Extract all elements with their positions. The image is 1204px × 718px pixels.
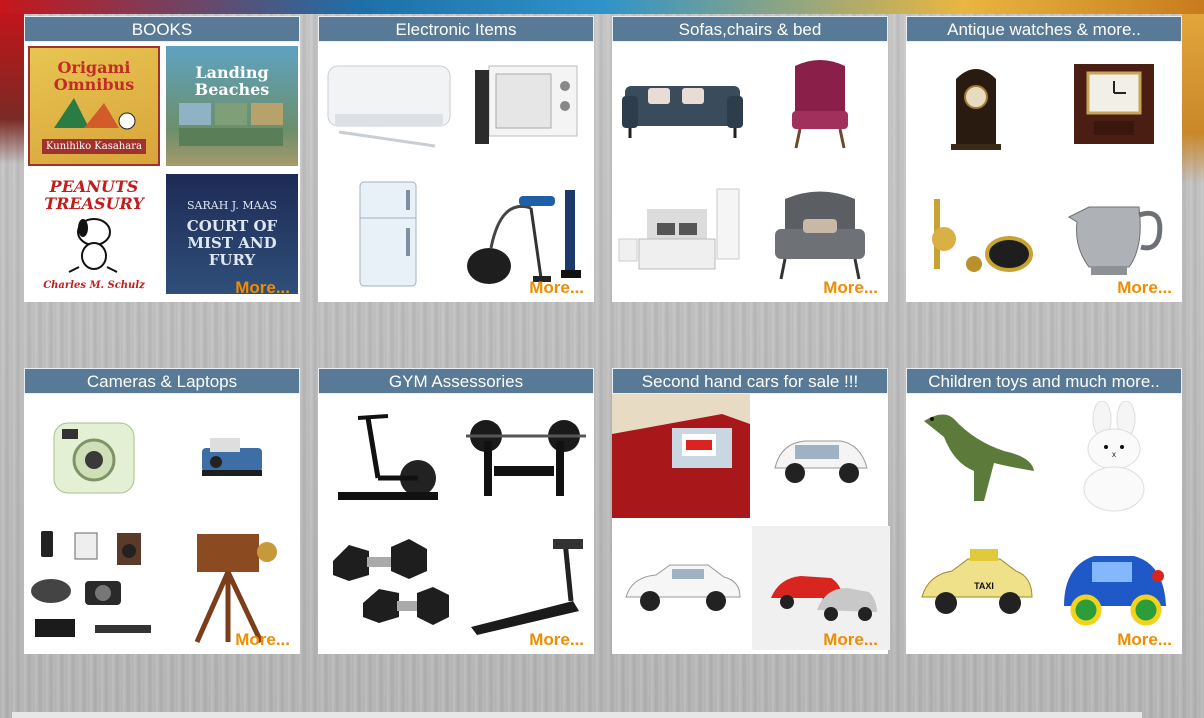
svg-text:x: x xyxy=(1112,450,1116,459)
air-conditioner-icon[interactable] xyxy=(320,46,456,166)
book-origami-omnibus-icon[interactable]: Origami Omnibus Kunihiko Kasahara xyxy=(26,46,162,166)
book-court-of-mist-and-fury-icon[interactable]: SARAH J. MAAS COURT OF MIST AND FURY xyxy=(164,174,300,294)
toy-taxi-icon[interactable]: TAXI xyxy=(908,526,1044,646)
brass-instruments-icon[interactable] xyxy=(908,174,1044,294)
more-link[interactable]: More... xyxy=(529,630,584,650)
toy-car-icon[interactable] xyxy=(1046,526,1182,646)
polaroid-camera-icon[interactable] xyxy=(164,398,300,518)
more-link[interactable]: More... xyxy=(1117,630,1172,650)
silver-pitcher-icon[interactable] xyxy=(1046,174,1182,294)
card-header[interactable]: Second hand cars for sale !!! xyxy=(612,368,888,394)
card-header[interactable]: BOOKS xyxy=(24,16,300,42)
gadgets-collection-icon[interactable] xyxy=(26,526,162,646)
more-link[interactable]: More... xyxy=(235,630,290,650)
wooden-clock-icon[interactable] xyxy=(1046,46,1182,166)
card-header[interactable]: Antique watches & more.. xyxy=(906,16,1182,42)
category-card-furniture: Sofas,chairs & bed More... xyxy=(612,16,888,302)
category-card-electronics: Electronic Items More... xyxy=(318,16,594,302)
category-card-books: BOOKS Origami Omnibus Kunihiko Kasahara … xyxy=(24,16,300,302)
book-landing-beaches-icon[interactable]: Landing Beaches xyxy=(164,46,300,166)
red-car-sale-sign-icon[interactable] xyxy=(612,394,750,518)
vintage-tripod-camera-icon[interactable] xyxy=(164,526,300,646)
more-link[interactable]: More... xyxy=(823,278,878,298)
category-card-antiques: Antique watches & more.. More... xyxy=(906,16,1182,302)
book-author: SARAH J. MAAS xyxy=(186,199,278,212)
more-link[interactable]: More... xyxy=(529,278,584,298)
more-link[interactable]: More... xyxy=(823,630,878,650)
white-hatchback-icon[interactable] xyxy=(752,398,888,518)
more-link[interactable]: More... xyxy=(1117,278,1172,298)
book-author: Charles M. Schulz xyxy=(43,279,145,291)
white-sedan-icon[interactable] xyxy=(614,526,750,646)
category-card-gym: GYM Assessories More... xyxy=(318,368,594,654)
category-card-cameras: Cameras & Laptops More... xyxy=(24,368,300,654)
armchair-icon[interactable] xyxy=(752,174,888,294)
sofa-icon[interactable] xyxy=(614,46,750,166)
vacuum-cleaners-icon[interactable] xyxy=(458,174,594,294)
microwave-oven-icon[interactable] xyxy=(458,46,594,166)
card-header[interactable]: Cameras & Laptops xyxy=(24,368,300,394)
refrigerator-icon[interactable] xyxy=(320,174,456,294)
book-peanuts-treasury-icon[interactable]: PEANUTS TREASURY Charles M. Schulz xyxy=(26,174,162,294)
card-header[interactable]: Electronic Items xyxy=(318,16,594,42)
instant-camera-icon[interactable] xyxy=(26,398,162,518)
antique-mantel-clock-icon[interactable] xyxy=(908,46,1044,166)
book-title: PEANUTS TREASURY xyxy=(44,176,144,213)
toy-dinosaur-icon[interactable] xyxy=(908,398,1044,518)
bed-icon[interactable] xyxy=(614,174,750,294)
plush-bunny-icon[interactable]: x xyxy=(1046,398,1182,518)
book-title: Landing Beaches xyxy=(194,63,270,99)
card-header[interactable]: GYM Assessories xyxy=(318,368,594,394)
taxi-label: TAXI xyxy=(974,581,994,591)
bottom-strip xyxy=(12,712,1142,718)
dumbbells-icon[interactable] xyxy=(320,526,456,646)
more-link[interactable]: More... xyxy=(235,278,290,298)
card-header[interactable]: Children toys and much more.. xyxy=(906,368,1182,394)
card-header[interactable]: Sofas,chairs & bed xyxy=(612,16,888,42)
book-title: COURT OF MIST AND FURY xyxy=(186,217,278,269)
right-decor xyxy=(1182,14,1204,184)
category-card-cars: Second hand cars for sale !!! More... xyxy=(612,368,890,654)
category-grid: BOOKS Origami Omnibus Kunihiko Kasahara … xyxy=(24,16,1184,686)
elliptical-trainer-icon[interactable] xyxy=(320,398,456,518)
weight-bench-icon[interactable] xyxy=(458,398,594,518)
book-title: Origami Omnibus xyxy=(53,57,135,94)
book-author: Kunihiko Kasahara xyxy=(42,138,146,154)
top-accent-strip xyxy=(0,0,1204,14)
category-card-toys: Children toys and much more.. x TAXI Mor… xyxy=(906,368,1182,654)
left-decor xyxy=(0,14,24,164)
wingback-chair-icon[interactable] xyxy=(752,46,888,166)
treadmill-icon[interactable] xyxy=(458,526,594,646)
